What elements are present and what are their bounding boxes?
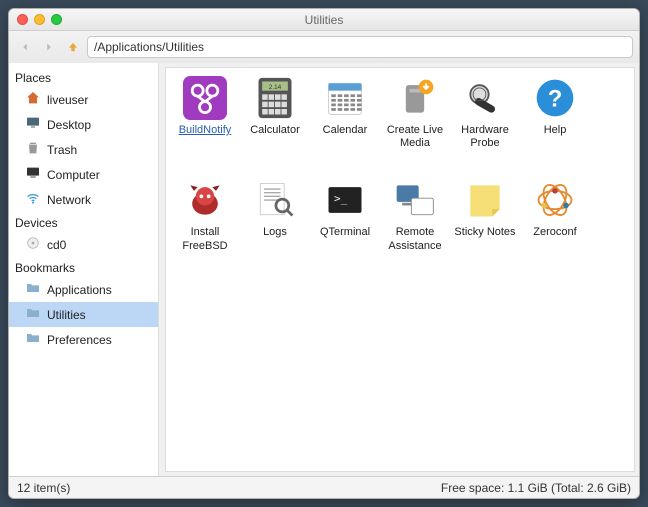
help-icon: ? <box>531 74 579 122</box>
sticky-icon <box>461 176 509 224</box>
calendar-icon <box>321 74 369 122</box>
item-logs[interactable]: Logs <box>242 176 308 252</box>
maximize-icon[interactable] <box>51 14 62 25</box>
createmedia-icon <box>391 74 439 122</box>
svg-text:>_: >_ <box>334 192 348 205</box>
up-button[interactable] <box>63 37 83 57</box>
item-remote[interactable]: Remote Assistance <box>382 176 448 252</box>
item-zeroconf[interactable]: Zeroconf <box>522 176 588 252</box>
sidebar-item-network[interactable]: Network <box>9 187 158 212</box>
terminal-icon: >_ <box>321 176 369 224</box>
item-calendar[interactable]: Calendar <box>312 74 378 150</box>
item-sticky[interactable]: Sticky Notes <box>452 176 518 252</box>
statusbar: 12 item(s) Free space: 1.1 GiB (Total: 2… <box>9 476 639 498</box>
sidebar-item-label: Applications <box>47 283 112 297</box>
close-icon[interactable] <box>17 14 28 25</box>
trash-icon <box>25 140 41 159</box>
calculator-icon: 2.14 <box>251 74 299 122</box>
probe-icon <box>461 74 509 122</box>
sidebar-item-desktop[interactable]: Desktop <box>9 112 158 137</box>
folder-icon <box>25 330 41 349</box>
section-bookmarks: Bookmarks <box>9 257 158 277</box>
status-items: 12 item(s) <box>17 481 70 495</box>
item-label: Install FreeBSD <box>172 226 238 252</box>
sidebar-item-liveuser[interactable]: liveuser <box>9 87 158 112</box>
item-label: Create Live Media <box>382 124 448 150</box>
item-label: Logs <box>263 226 287 239</box>
sidebar-item-label: Utilities <box>47 308 86 322</box>
arrow-up-icon <box>66 40 80 54</box>
sidebar-item-cd0[interactable]: cd0 <box>9 232 158 257</box>
path-text: /Applications/Utilities <box>94 40 204 54</box>
sidebar-item-applications[interactable]: Applications <box>9 277 158 302</box>
logs-icon <box>251 176 299 224</box>
item-buildnotify[interactable]: BuildNotify <box>172 74 238 150</box>
home-icon <box>25 90 41 109</box>
sidebar-item-label: Network <box>47 193 91 207</box>
network-icon <box>25 190 41 209</box>
computer-icon <box>25 165 41 184</box>
item-help[interactable]: ? Help <box>522 74 588 150</box>
installbsd-icon <box>181 176 229 224</box>
desktop-icon <box>25 115 41 134</box>
window-controls <box>9 14 62 25</box>
sidebar-item-label: Trash <box>47 143 77 157</box>
toolbar: /Applications/Utilities <box>9 31 639 63</box>
sidebar-item-label: liveuser <box>47 93 88 107</box>
item-label: Remote Assistance <box>382 226 448 252</box>
remote-icon <box>391 176 439 224</box>
minimize-icon[interactable] <box>34 14 45 25</box>
item-calculator[interactable]: 2.14 Calculator <box>242 74 308 150</box>
section-places: Places <box>9 67 158 87</box>
back-button[interactable] <box>15 37 35 57</box>
sidebar-item-label: Desktop <box>47 118 91 132</box>
section-devices: Devices <box>9 212 158 232</box>
svg-text:2.14: 2.14 <box>269 84 282 91</box>
arrow-left-icon <box>18 40 32 54</box>
item-label: Sticky Notes <box>454 226 515 239</box>
status-space: Free space: 1.1 GiB (Total: 2.6 GiB) <box>441 481 631 495</box>
item-label: QTerminal <box>320 226 370 239</box>
forward-button[interactable] <box>39 37 59 57</box>
sidebar-item-label: Computer <box>47 168 100 182</box>
item-createmedia[interactable]: Create Live Media <box>382 74 448 150</box>
item-label: Zeroconf <box>533 226 576 239</box>
file-manager-window: Utilities /Applications/Utilities Places… <box>8 8 640 499</box>
zeroconf-icon <box>531 176 579 224</box>
sidebar-item-trash[interactable]: Trash <box>9 137 158 162</box>
content-area[interactable]: BuildNotify 2.14 Calculator Calendar Create … <box>165 67 635 472</box>
sidebar-item-computer[interactable]: Computer <box>9 162 158 187</box>
item-label: Hardware Probe <box>452 124 518 150</box>
folder-icon <box>25 305 41 324</box>
folder-icon <box>25 280 41 299</box>
item-terminal[interactable]: >_ QTerminal <box>312 176 378 252</box>
svg-text:?: ? <box>548 85 563 112</box>
sidebar-item-label: cd0 <box>47 238 66 252</box>
item-installbsd[interactable]: Install FreeBSD <box>172 176 238 252</box>
titlebar[interactable]: Utilities <box>9 9 639 31</box>
item-probe[interactable]: Hardware Probe <box>452 74 518 150</box>
item-label: Help <box>544 124 567 137</box>
arrow-right-icon <box>42 40 56 54</box>
buildnotify-icon <box>181 74 229 122</box>
sidebar: Places liveuser Desktop Trash Computer Netwo… <box>9 63 159 476</box>
sidebar-item-label: Preferences <box>47 333 112 347</box>
sidebar-item-utilities[interactable]: Utilities <box>9 302 158 327</box>
item-label: BuildNotify <box>179 124 232 137</box>
disc-icon <box>25 235 41 254</box>
sidebar-item-preferences[interactable]: Preferences <box>9 327 158 352</box>
window-title: Utilities <box>9 13 639 27</box>
path-input[interactable]: /Applications/Utilities <box>87 36 633 58</box>
item-label: Calculator <box>250 124 300 137</box>
item-label: Calendar <box>323 124 368 137</box>
